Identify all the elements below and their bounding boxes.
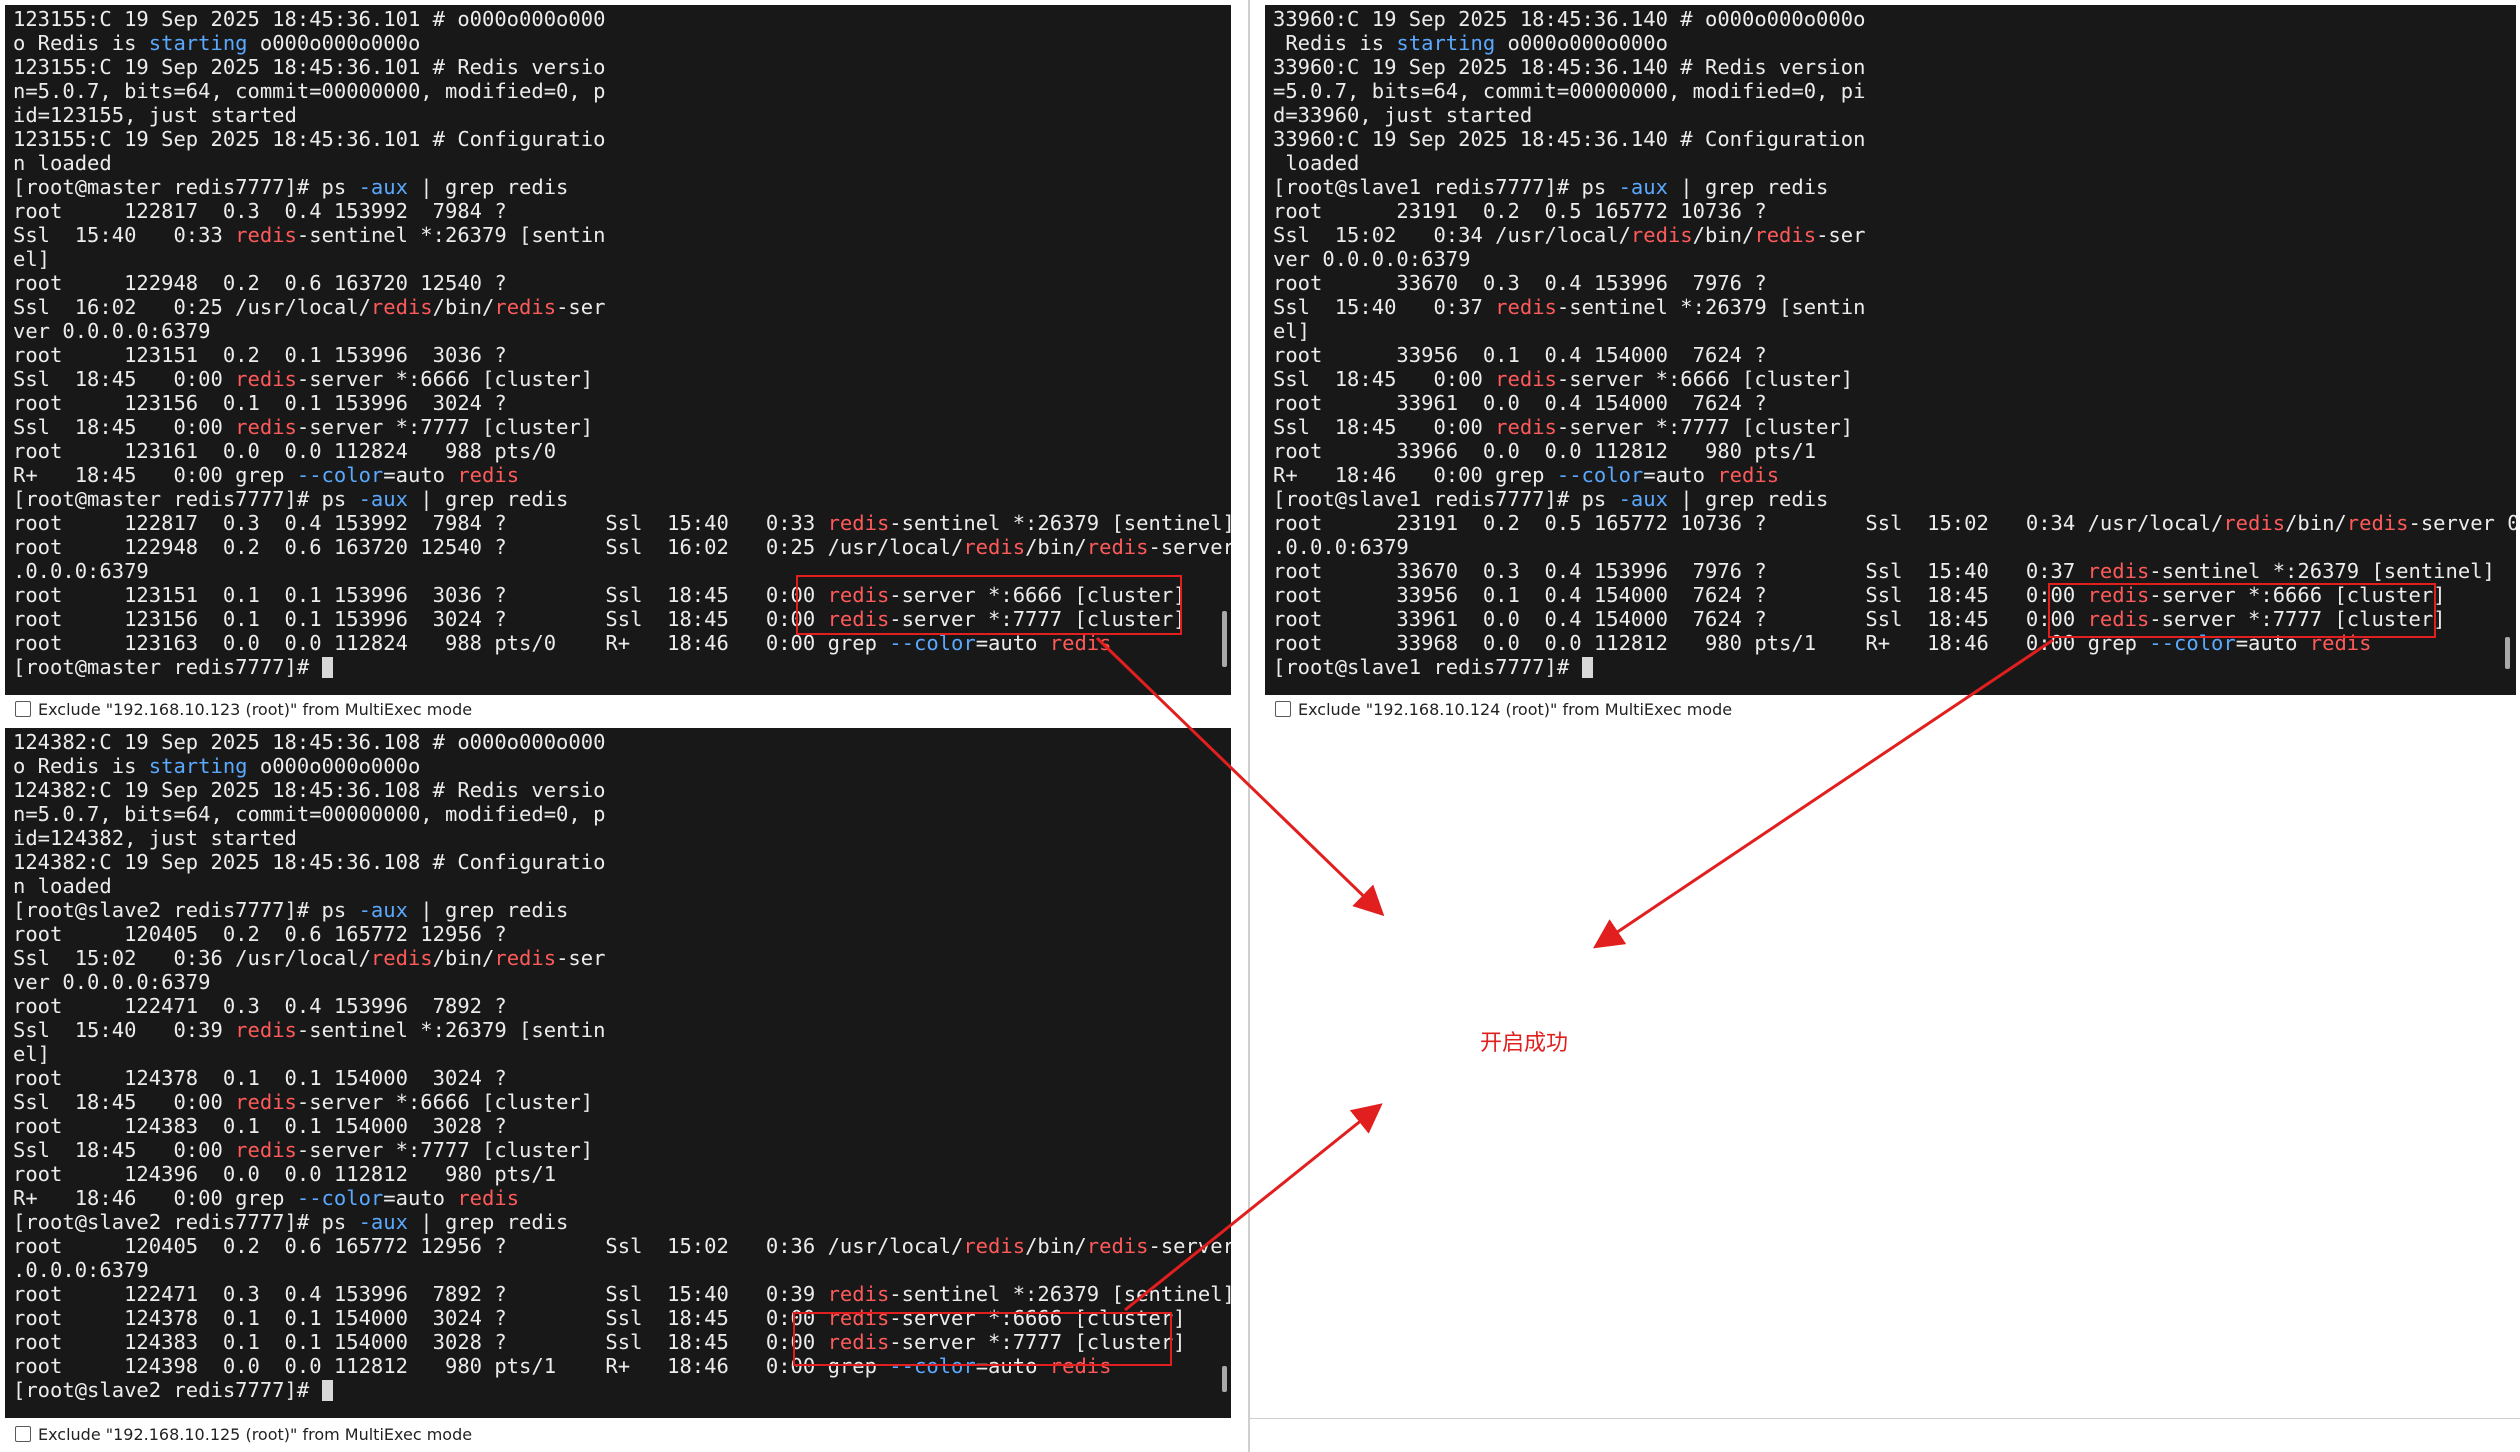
arrow-from-master [1095,636,1385,917]
annotation-success-label: 开启成功 [1480,1031,1569,1056]
arrow-from-slave2 [1124,1103,1383,1312]
annotation-arrows [1095,636,2054,1312]
arrow-from-slave1 [1593,638,2054,949]
